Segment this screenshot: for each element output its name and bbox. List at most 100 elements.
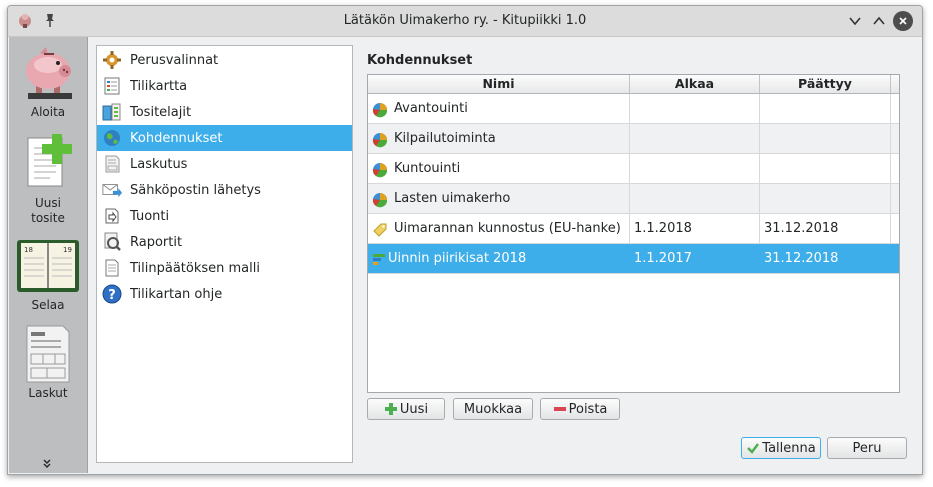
sidebar-label-aloita: Aloita	[30, 105, 66, 119]
minus-icon	[553, 407, 566, 411]
row-end	[760, 94, 891, 123]
table-row[interactable]: Uimarannan kunnostus (EU-hanke) 1.1.2018…	[368, 214, 899, 244]
column-header-alkaa[interactable]: Alkaa	[630, 75, 760, 93]
column-header-paattyy[interactable]: Päättyy	[760, 75, 891, 93]
ledger-book-icon: 18 19	[17, 240, 79, 292]
table-row[interactable]: Lasten uimakerho	[368, 184, 899, 214]
delete-button-label: Poista	[568, 401, 608, 417]
table-row[interactable]: Avantouinti	[368, 94, 899, 124]
settings-nav-list: Perusvalinnat Tilikartta Tositelajit Koh…	[96, 45, 353, 463]
row-name: Lasten uimakerho	[394, 191, 511, 206]
table-header: Nimi Alkaa Päättyy	[368, 75, 899, 94]
row-start	[630, 124, 760, 153]
save-button-label: Tallenna	[762, 440, 816, 456]
nav-label-laskutus: Laskutus	[130, 156, 188, 172]
row-start: 1.1.2017	[630, 244, 760, 273]
sidebar-label-selaa: Selaa	[31, 298, 65, 312]
checkmark-icon	[747, 443, 760, 454]
sidebar-label-laskut: Laskut	[28, 386, 68, 400]
sidebar-item-laskut[interactable]: Laskut	[9, 324, 87, 401]
nav-item-tilikartta[interactable]: Tilikartta	[97, 73, 352, 99]
nav-label-tilikartan-ohje: Tilikartan ohje	[130, 286, 223, 302]
nav-item-tilikartan-ohje[interactable]: ? Tilikartan ohje	[97, 281, 352, 307]
document-types-icon	[102, 102, 122, 122]
row-name: Uimarannan kunnostus (EU-hanke)	[394, 221, 621, 236]
edit-button-label: Muokkaa	[463, 401, 523, 417]
row-start	[630, 184, 760, 213]
app-window: Lätäkön Uimakerho ry. - Kitupiikki 1.0 A…	[7, 5, 923, 475]
nav-label-tilikartta: Tilikartta	[130, 78, 188, 94]
piggy-bank-icon	[26, 47, 72, 99]
maximize-icon[interactable]	[869, 11, 889, 31]
tag-icon	[372, 220, 388, 237]
sidebar-label-uusi-tosite: Uusi tosite	[31, 196, 65, 225]
nav-item-tositelajit[interactable]: Tositelajit	[97, 99, 352, 125]
sidebar-item-uusi-tosite[interactable]: Uusi tosite	[9, 134, 87, 226]
cost-centers-table: Nimi Alkaa Päättyy Avantouinti Kilpailut…	[367, 74, 900, 393]
email-send-icon	[102, 180, 122, 200]
new-button[interactable]: Uusi	[367, 398, 445, 420]
nav-label-sahkopostin-lahetys: Sähköpostin lähetys	[130, 182, 261, 198]
row-end	[760, 184, 891, 213]
svg-text:?: ?	[108, 288, 116, 303]
edit-button[interactable]: Muokkaa	[453, 398, 533, 420]
pie-chart-icon	[372, 130, 388, 147]
pie-chart-icon	[372, 190, 388, 207]
nav-label-tositelajit: Tositelajit	[130, 104, 192, 120]
nav-label-raportit: Raportit	[130, 234, 183, 250]
nav-item-tuonti[interactable]: Tuonti	[97, 203, 352, 229]
row-name: Kuntouinti	[394, 161, 461, 176]
pie-chart-icon	[372, 160, 388, 177]
nav-label-tilinpaatoksen-malli: Tilinpäätöksen malli	[130, 260, 260, 276]
table-row[interactable]: Kilpailutoiminta	[368, 124, 899, 154]
row-end	[760, 154, 891, 183]
close-icon[interactable]	[893, 11, 913, 31]
nav-item-kohdennukset[interactable]: Kohdennukset	[97, 125, 352, 151]
new-button-label: Uusi	[399, 401, 429, 417]
row-name: Uinnin piirikisat 2018	[388, 251, 527, 266]
row-start: 1.1.2018	[630, 214, 760, 243]
row-name: Kilpailutoiminta	[394, 131, 496, 146]
section-title: Kohdennukset	[367, 53, 473, 68]
nav-item-sahkopostin-lahetys[interactable]: Sähköpostin lähetys	[97, 177, 352, 203]
delete-button[interactable]: Poista	[540, 398, 620, 420]
pie-chart-icon	[372, 100, 388, 117]
help-icon: ?	[102, 284, 122, 304]
plus-icon	[384, 403, 397, 415]
nav-item-laskutus[interactable]: Laskutus	[97, 151, 352, 177]
cancel-button[interactable]: Peru	[827, 437, 907, 459]
invoice-icon	[26, 325, 70, 383]
column-header-nimi[interactable]: Nimi	[368, 75, 630, 93]
title-bar: Lätäkön Uimakerho ry. - Kitupiikki 1.0	[8, 6, 922, 37]
nav-item-tilinpaatoksen-malli[interactable]: Tilinpäätöksen malli	[97, 255, 352, 281]
cancel-button-label: Peru	[852, 440, 882, 456]
row-end: 31.12.2018	[760, 214, 891, 243]
sidebar-item-selaa[interactable]: 18 19 Selaa	[9, 238, 87, 313]
nav-label-perusvalinnat: Perusvalinnat	[130, 52, 219, 68]
settings-icon	[102, 50, 122, 70]
table-row[interactable]: Kuntouinti	[368, 154, 899, 184]
row-name: Avantouinti	[394, 101, 468, 116]
new-document-icon	[27, 134, 72, 187]
minimize-icon[interactable]	[845, 11, 865, 31]
event-icon	[372, 250, 386, 266]
row-end	[760, 124, 891, 153]
nav-item-perusvalinnat[interactable]: Perusvalinnat	[97, 47, 352, 73]
window-title: Lätäkön Uimakerho ry. - Kitupiikki 1.0	[343, 13, 587, 28]
globe-icon	[102, 128, 122, 148]
chart-of-accounts-icon	[102, 76, 122, 96]
row-end: 31.12.2018	[760, 244, 891, 273]
import-icon	[102, 206, 122, 226]
main-sidebar: Aloita Uusi tosite 18 19 Selaa Laskut	[9, 37, 88, 473]
document-template-icon	[102, 258, 122, 278]
report-icon	[102, 232, 122, 252]
save-button[interactable]: Tallenna	[741, 437, 821, 459]
invoice-small-icon	[102, 154, 122, 174]
nav-label-tuonti: Tuonti	[130, 208, 170, 224]
svg-text:18: 18	[24, 246, 33, 254]
nav-label-kohdennukset: Kohdennukset	[130, 130, 223, 146]
table-row[interactable]: Uinnin piirikisat 2018 1.1.2017 31.12.20…	[368, 244, 899, 274]
nav-item-raportit[interactable]: Raportit	[97, 229, 352, 255]
double-chevron-down-icon[interactable]	[41, 457, 53, 473]
sidebar-item-aloita[interactable]: Aloita	[9, 41, 87, 120]
